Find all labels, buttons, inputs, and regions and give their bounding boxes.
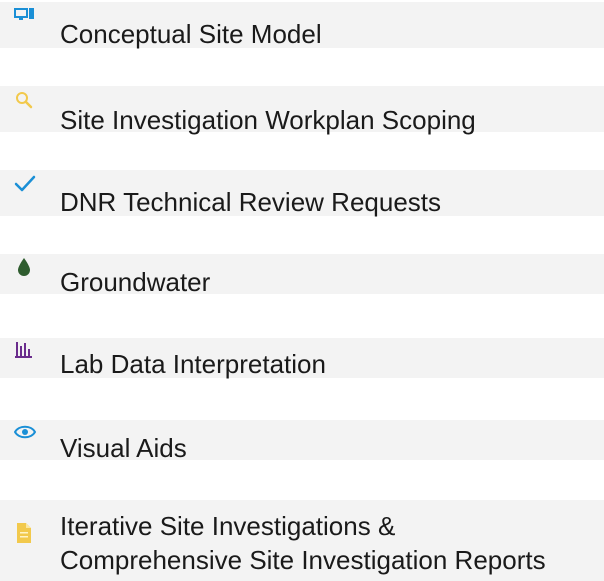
document-icon bbox=[14, 522, 34, 543]
water-drop-icon bbox=[14, 256, 34, 276]
list-item-label: DNR Technical Review Requests bbox=[60, 187, 442, 217]
list-item-label: Conceptual Site Model bbox=[60, 19, 322, 49]
list-item-label: Visual Aids bbox=[60, 433, 187, 463]
list-item-conceptual-site-model[interactable]: Conceptual Site Model bbox=[0, 2, 604, 49]
list-item-label-line1: Iterative Site Investigations & bbox=[60, 511, 396, 541]
list-item-dnr-technical-review-requests[interactable]: DNR Technical Review Requests bbox=[0, 170, 604, 217]
search-icon bbox=[14, 90, 34, 110]
list-item-visual-aids[interactable]: Visual Aids bbox=[0, 420, 604, 463]
eye-icon bbox=[13, 422, 37, 442]
bar-chart-icon bbox=[14, 340, 34, 360]
list-item-iterative-site-investigations[interactable]: Iterative Site Investigations & Comprehe… bbox=[0, 500, 604, 581]
list-item-groundwater[interactable]: Groundwater bbox=[0, 254, 604, 297]
list-item-label: Site Investigation Workplan Scoping bbox=[60, 105, 476, 135]
list-item-lab-data-interpretation[interactable]: Lab Data Interpretation bbox=[0, 338, 604, 379]
list-item-label-line2: Comprehensive Site Investigation Reports bbox=[60, 545, 546, 575]
checkmark-icon bbox=[14, 174, 36, 194]
computer-icon bbox=[14, 6, 34, 26]
list-item-site-investigation-workplan-scoping[interactable]: Site Investigation Workplan Scoping bbox=[0, 86, 604, 135]
list-item-label: Groundwater bbox=[60, 267, 211, 297]
list-item-label: Lab Data Interpretation bbox=[60, 349, 326, 379]
